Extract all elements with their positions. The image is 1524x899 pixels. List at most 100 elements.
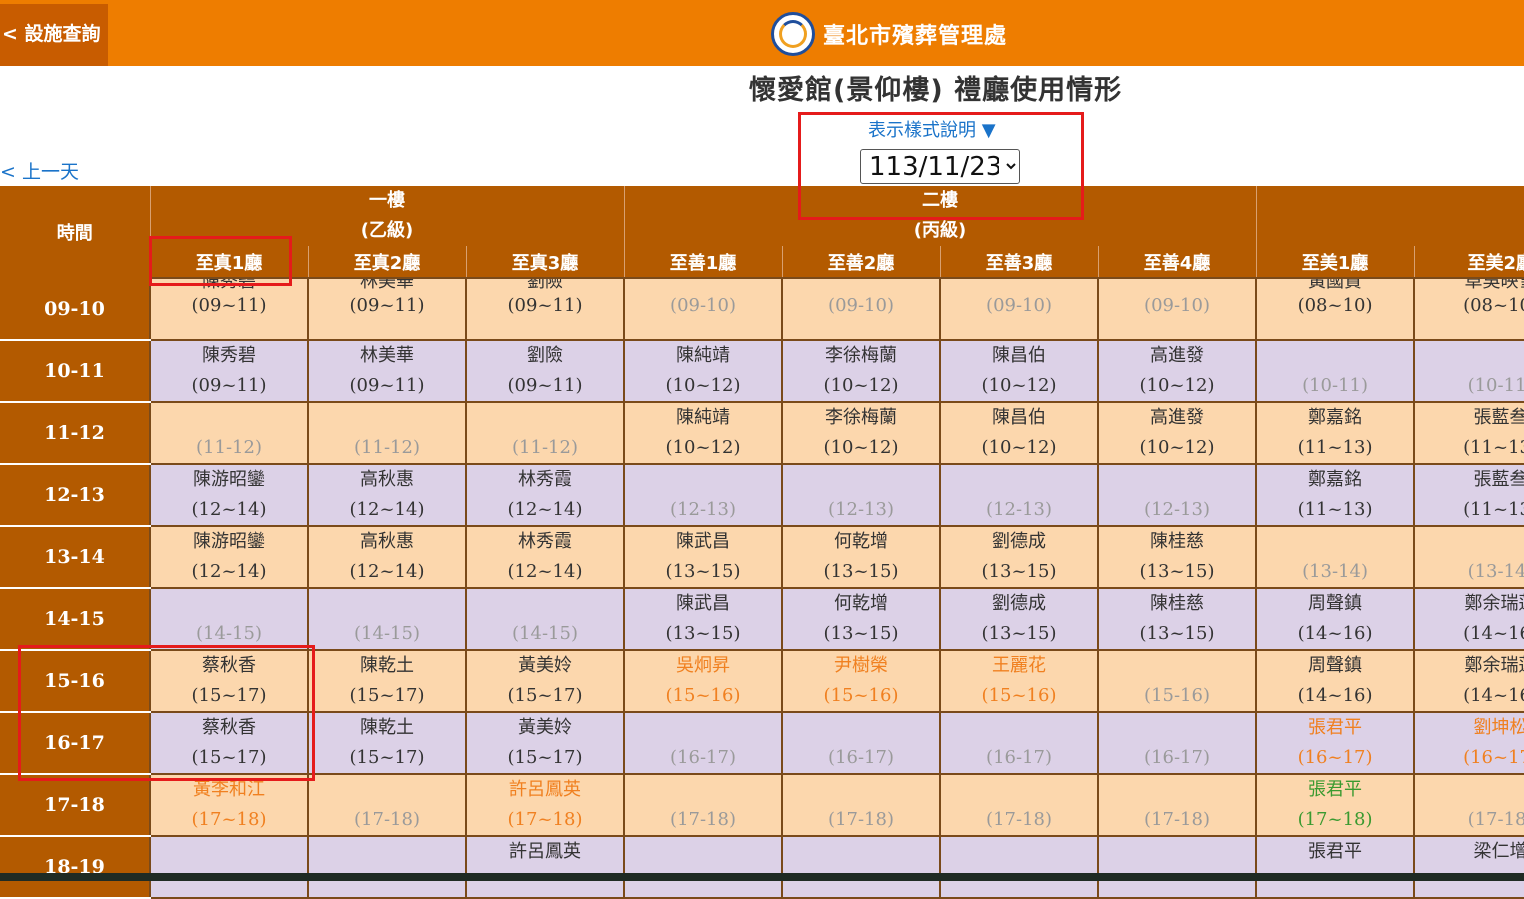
booking-cell[interactable]: 周聲鎮 (14~16) — [1255, 649, 1416, 713]
booking-cell[interactable]: 林秀霞 (12~14) — [464, 463, 626, 527]
booking-cell[interactable]: (17-18) — [623, 773, 784, 837]
booking-cell[interactable]: 李徐梅蘭 (10~12) — [781, 339, 942, 403]
booking-cell[interactable]: 梁仁增 — [1413, 835, 1524, 899]
booking-cell[interactable]: 林美華 (09~11) — [307, 277, 467, 341]
booking-cell[interactable]: 陳昌伯 (10~12) — [939, 339, 1100, 403]
booking-cell[interactable]: (10-11) — [1413, 339, 1524, 403]
booking-cell[interactable]: (16-17) — [781, 711, 942, 775]
booking-cell[interactable]: 劉德成 (13~15) — [939, 525, 1100, 589]
time-range: (10-11) — [1467, 375, 1524, 396]
booking-cell[interactable]: 張藍叁 (11~13) — [1413, 463, 1524, 527]
booking-cell[interactable]: 陳純靖 (10~12) — [623, 401, 784, 465]
booking-cell[interactable]: 劉坤松 (16~17) — [1413, 711, 1524, 775]
booking-cell[interactable]: (09-10) — [939, 277, 1100, 341]
booking-cell[interactable]: (16-17) — [623, 711, 784, 775]
booking-cell[interactable]: (09-10) — [1097, 277, 1258, 341]
booking-cell[interactable]: 陳純靖 (10~12) — [623, 339, 784, 403]
booking-cell[interactable]: (17-18) — [1413, 773, 1524, 837]
booking-cell[interactable]: (10-11) — [1255, 339, 1416, 403]
time-range: (15~17) — [507, 747, 583, 768]
booking-cell[interactable]: (11-12) — [149, 401, 309, 465]
booking-cell[interactable]: 黃美姈 (15~17) — [464, 711, 626, 775]
booking-cell[interactable]: 何乾增 (13~15) — [781, 587, 942, 651]
booking-cell[interactable]: 林秀霞 (12~14) — [464, 525, 626, 589]
booking-cell[interactable]: 許呂鳳英 (17~18) — [464, 773, 626, 837]
booking-cell[interactable]: 陳秀碧 (09~11) — [149, 339, 309, 403]
booking-cell[interactable]: 陳秀碧 (09~11) — [149, 277, 309, 341]
booking-cell[interactable] — [781, 835, 942, 899]
booking-cell[interactable]: (17-18) — [307, 773, 467, 837]
booking-cell[interactable]: (12-13) — [781, 463, 942, 527]
booking-cell[interactable]: 鄭嘉銘 (11~13) — [1255, 463, 1416, 527]
booking-cell[interactable]: (14-15) — [464, 587, 626, 651]
booking-cell[interactable]: (17-18) — [781, 773, 942, 837]
booking-cell[interactable] — [623, 835, 784, 899]
booking-cell[interactable]: (17-18) — [939, 773, 1100, 837]
booking-cell[interactable]: 陳桂慈 (13~15) — [1097, 587, 1258, 651]
booking-cell[interactable]: (12-13) — [623, 463, 784, 527]
booking-cell[interactable]: 高進發 (10~12) — [1097, 339, 1258, 403]
booking-cell[interactable]: 陳武昌 (13~15) — [623, 525, 784, 589]
back-to-facility-search-button[interactable]: < 設施查詢 — [0, 4, 108, 66]
time-range: (11-12) — [512, 437, 578, 458]
booking-cell[interactable]: 許呂鳳英 — [464, 835, 626, 899]
booking-cell[interactable]: (14-15) — [307, 587, 467, 651]
booking-cell[interactable]: (12-13) — [1097, 463, 1258, 527]
booking-cell[interactable]: 張君平 (17~18) — [1255, 773, 1416, 837]
booking-cell[interactable]: 卓吳映雪(08~10) — [1413, 277, 1524, 341]
deceased-name: 何乾增 — [834, 531, 889, 552]
booking-cell[interactable]: (11-12) — [307, 401, 467, 465]
booking-cell[interactable]: 陳桂慈 (13~15) — [1097, 525, 1258, 589]
booking-cell[interactable]: (13-14) — [1255, 525, 1416, 589]
booking-cell[interactable]: 陳游昭鑾 (12~14) — [149, 525, 309, 589]
booking-cell[interactable]: 劉險 (09~11) — [464, 277, 626, 341]
booking-cell[interactable]: 吳炯昇 (15~16) — [623, 649, 784, 713]
booking-cell[interactable] — [149, 835, 309, 899]
booking-cell[interactable]: 陳乾土 (15~17) — [307, 711, 467, 775]
legend-toggle-link[interactable]: 表示樣式說明 ▼ — [868, 116, 996, 142]
booking-cell[interactable]: 黃國賢 (08~10) — [1255, 277, 1416, 341]
booking-cell[interactable]: 高進發 (10~12) — [1097, 401, 1258, 465]
booking-cell[interactable] — [1097, 835, 1258, 899]
booking-cell[interactable]: 李徐梅蘭 (10~12) — [781, 401, 942, 465]
date-select[interactable]: 113/11/23 — [860, 149, 1020, 184]
booking-cell[interactable]: 林美華 (09~11) — [307, 339, 467, 403]
booking-cell[interactable]: 王麗花 (15~16) — [939, 649, 1100, 713]
booking-cell[interactable]: 劉險 (09~11) — [464, 339, 626, 403]
booking-cell[interactable]: (15-16) — [1097, 649, 1258, 713]
booking-cell[interactable]: (09-10) — [623, 277, 784, 341]
booking-cell[interactable]: 蔡秋香 (15~17) — [149, 711, 309, 775]
booking-cell[interactable]: 劉德成 (13~15) — [939, 587, 1100, 651]
booking-cell[interactable]: (13-14) — [1413, 525, 1524, 589]
booking-cell[interactable]: (09-10) — [781, 277, 942, 341]
booking-cell[interactable]: 鄭嘉銘 (11~13) — [1255, 401, 1416, 465]
booking-cell[interactable]: 陳武昌 (13~15) — [623, 587, 784, 651]
booking-cell[interactable]: 鄭余瑞蓮 (14~16) — [1413, 649, 1524, 713]
booking-cell[interactable]: (17-18) — [1097, 773, 1258, 837]
booking-cell[interactable]: 陳昌伯 (10~12) — [939, 401, 1100, 465]
booking-cell[interactable]: 尹樹榮 (15~16) — [781, 649, 942, 713]
booking-cell[interactable]: 蔡秋香 (15~17) — [149, 649, 309, 713]
booking-cell[interactable]: (11-12) — [464, 401, 626, 465]
time-range: (09-10) — [828, 295, 894, 316]
booking-cell[interactable]: 何乾增 (13~15) — [781, 525, 942, 589]
booking-cell[interactable]: 張藍叁 (11~13) — [1413, 401, 1524, 465]
booking-cell[interactable]: 鄭余瑞蓮 (14~16) — [1413, 587, 1524, 651]
booking-cell[interactable]: (14-15) — [149, 587, 309, 651]
time-range: (17-18) — [828, 809, 894, 830]
booking-cell[interactable]: (16-17) — [939, 711, 1100, 775]
booking-cell[interactable]: 黃美姈 (15~17) — [464, 649, 626, 713]
booking-cell[interactable]: 高秋惠 (12~14) — [307, 463, 467, 527]
booking-cell[interactable]: (16-17) — [1097, 711, 1258, 775]
booking-cell[interactable]: (12-13) — [939, 463, 1100, 527]
booking-cell[interactable]: 陳乾土 (15~17) — [307, 649, 467, 713]
booking-cell[interactable]: 陳游昭鑾 (12~14) — [149, 463, 309, 527]
booking-cell[interactable]: 張君平 (16~17) — [1255, 711, 1416, 775]
booking-cell[interactable] — [307, 835, 467, 899]
booking-cell[interactable] — [939, 835, 1100, 899]
booking-cell[interactable]: 黃李和江 (17~18) — [149, 773, 309, 837]
booking-cell[interactable]: 周聲鎮 (14~16) — [1255, 587, 1416, 651]
previous-day-link[interactable]: < 上一天 — [0, 157, 79, 184]
booking-cell[interactable]: 高秋惠 (12~14) — [307, 525, 467, 589]
booking-cell[interactable]: 張君平 — [1255, 835, 1416, 899]
